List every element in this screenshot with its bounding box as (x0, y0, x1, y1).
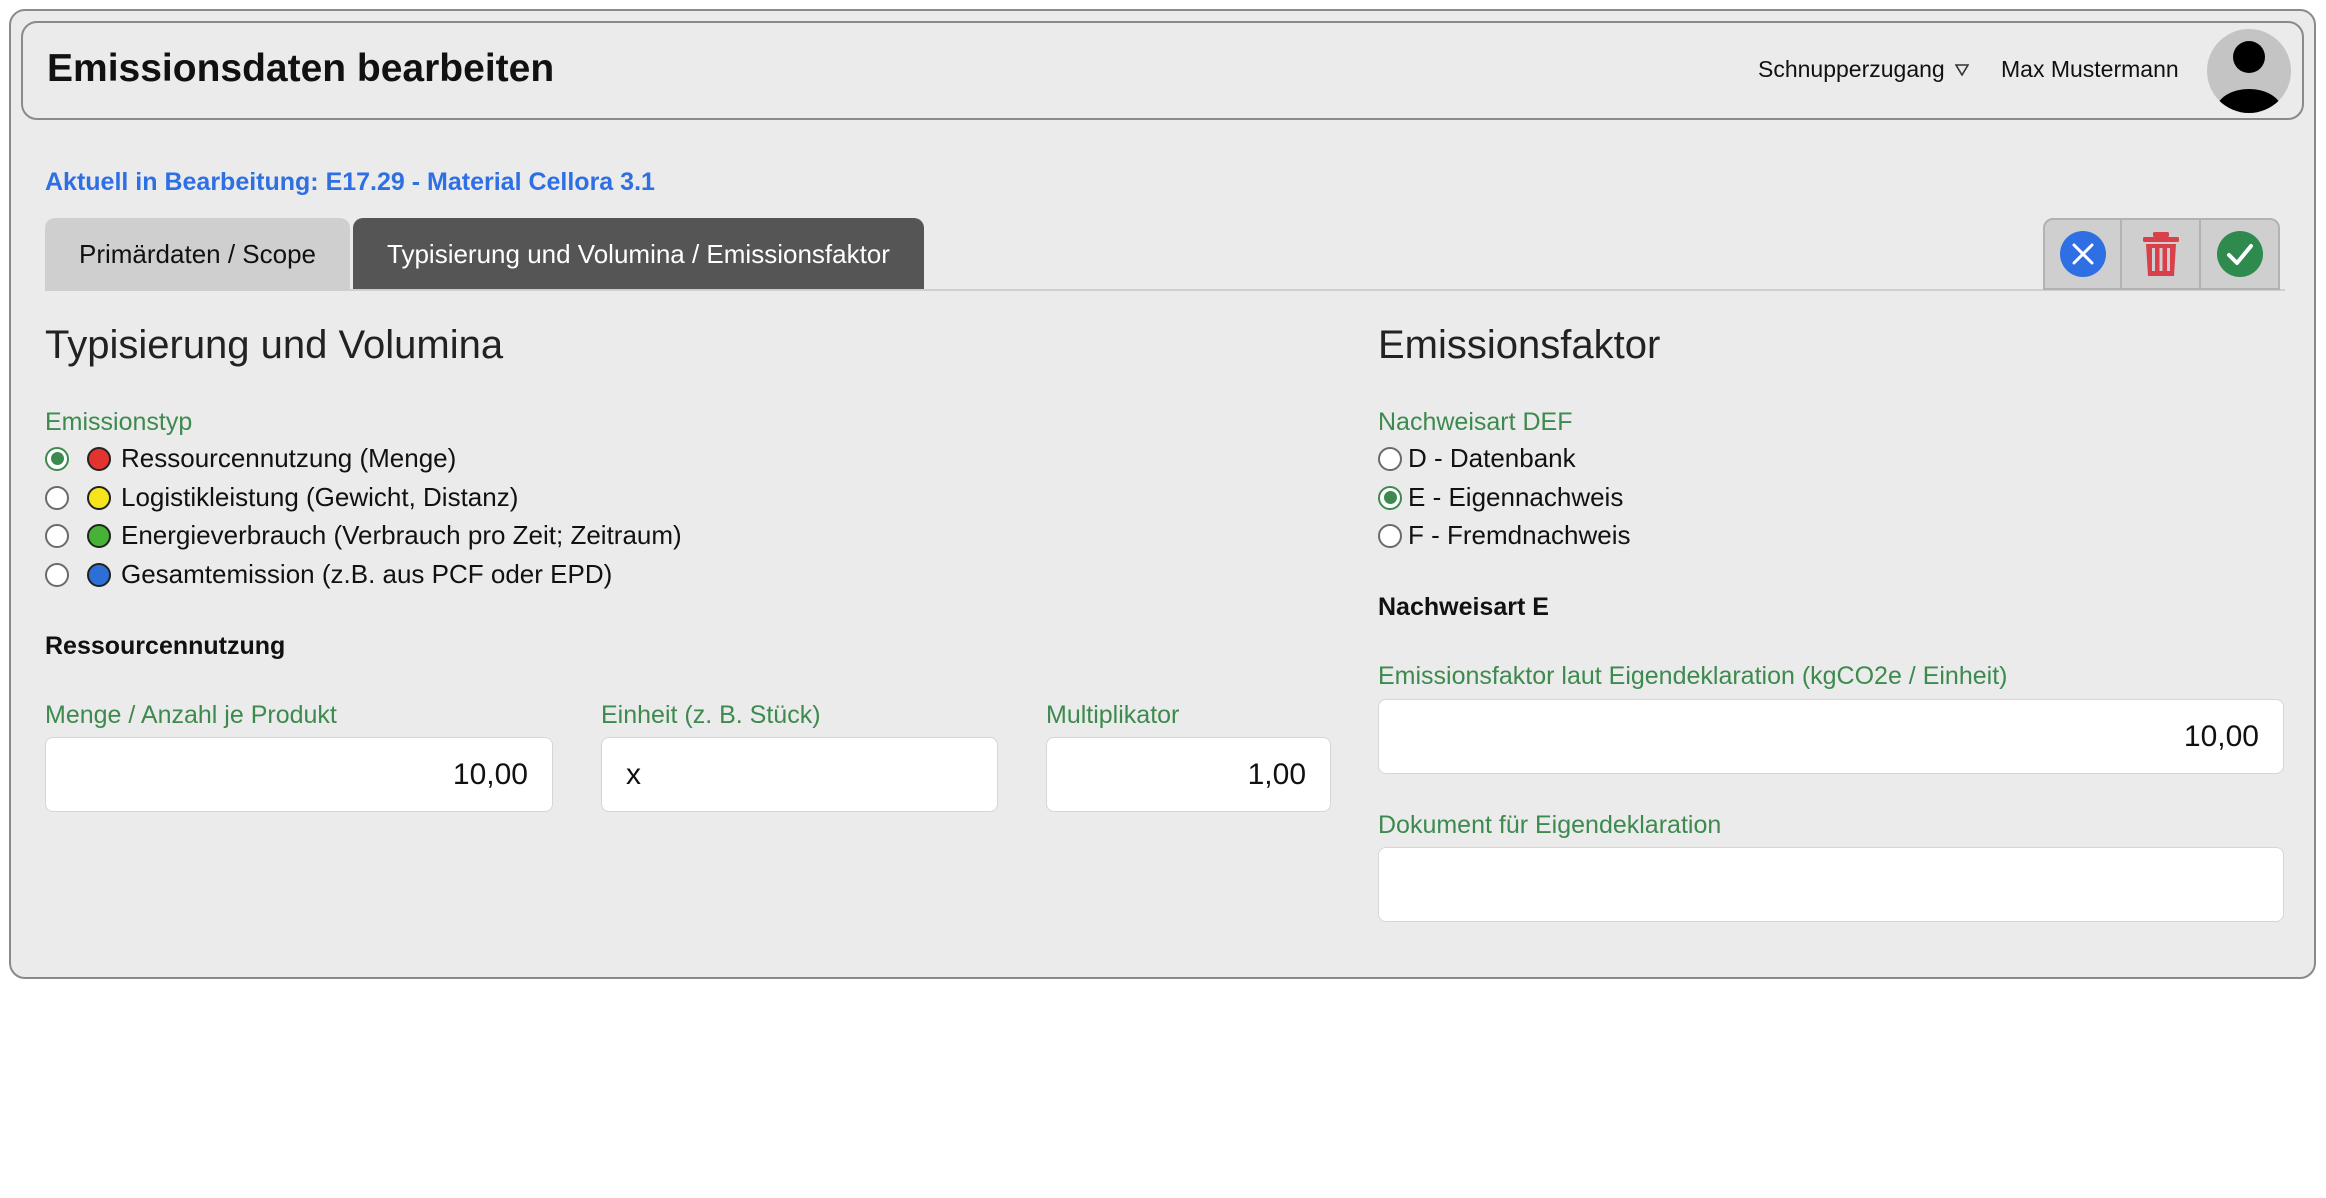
user-icon (2215, 41, 2283, 113)
emission-type-label: Emissionstyp (45, 408, 193, 436)
red-dot-icon (87, 446, 111, 471)
typing-section-title: Typisierung und Volumina (45, 323, 504, 367)
account-label: Schnupperzugang (1758, 56, 1945, 82)
option-label: F - Fremdnachweis (1408, 520, 1631, 550)
document-input[interactable] (1378, 847, 2284, 922)
radio-button[interactable] (45, 485, 69, 510)
delete-button[interactable] (2122, 218, 2201, 290)
radio-button[interactable] (45, 562, 69, 587)
yellow-dot-icon (87, 485, 111, 510)
close-icon (2059, 231, 2106, 277)
emission-type-total[interactable]: Gesamtemission (z.B. aus PCF oder EPD) (45, 559, 612, 590)
proof-option-self[interactable]: E - Eigennachweis (1378, 482, 1623, 513)
quantity-input[interactable] (45, 737, 553, 812)
tab-divider (45, 289, 2285, 291)
option-label: Logistikleistung (Gewicht, Distanz) (121, 482, 519, 512)
save-button[interactable] (2201, 218, 2280, 290)
action-buttons (2043, 218, 2280, 290)
tab-bar: Primärdaten / Scope Typisierung und Volu… (45, 218, 924, 290)
account-dropdown[interactable]: Schnupperzugang (1758, 56, 1969, 83)
document-label: Dokument für Eigendeklaration (1378, 811, 1722, 839)
option-label: Gesamtemission (z.B. aus PCF oder EPD) (121, 559, 613, 589)
emission-type-energy[interactable]: Energieverbrauch (Verbrauch pro Zeit; Ze… (45, 520, 682, 551)
proof-e-subsection-title: Nachweisart E (1378, 593, 1549, 621)
radio-button[interactable] (45, 446, 69, 471)
blue-dot-icon (87, 562, 111, 587)
check-icon (2216, 231, 2263, 277)
radio-button[interactable] (1378, 523, 1402, 548)
radio-button[interactable] (45, 523, 69, 548)
tab-typing-volumes[interactable]: Typisierung und Volumina / Emissionsfakt… (353, 218, 924, 290)
multiplier-label: Multiplikator (1046, 701, 1180, 729)
option-label: D - Datenbank (1408, 443, 1576, 473)
emission-factor-label: Emissionsfaktor laut Eigendeklaration (k… (1378, 662, 2008, 690)
emission-type-logistics[interactable]: Logistikleistung (Gewicht, Distanz) (45, 482, 518, 513)
multiplier-input[interactable] (1046, 737, 1331, 812)
emission-factor-input[interactable] (1378, 699, 2284, 774)
emission-type-resource[interactable]: Ressourcennutzung (Menge) (45, 443, 456, 474)
chevron-down-icon (1954, 63, 1969, 76)
option-label: Energieverbrauch (Verbrauch pro Zeit; Ze… (121, 520, 682, 550)
editing-record-label: Aktuell in Bearbeitung: E17.29 - Materia… (45, 168, 655, 196)
cancel-button[interactable] (2043, 218, 2122, 290)
trash-icon (2142, 232, 2179, 276)
unit-label: Einheit (z. B. Stück) (601, 701, 821, 729)
user-name[interactable]: Max Mustermann (2001, 56, 2179, 83)
proof-option-database[interactable]: D - Datenbank (1378, 443, 1576, 474)
radio-button[interactable] (1378, 446, 1402, 471)
radio-button[interactable] (1378, 485, 1402, 510)
quantity-label: Menge / Anzahl je Produkt (45, 701, 337, 729)
page-title: Emissionsdaten bearbeiten (47, 47, 555, 90)
resource-subsection-title: Ressourcennutzung (45, 632, 286, 660)
tab-primary-data[interactable]: Primärdaten / Scope (45, 218, 351, 290)
proof-option-external[interactable]: F - Fremdnachweis (1378, 520, 1631, 551)
option-label: Ressourcennutzung (Menge) (121, 443, 457, 473)
proof-type-label: Nachweisart DEF (1378, 408, 1573, 436)
green-dot-icon (87, 523, 111, 548)
avatar[interactable] (2207, 29, 2291, 113)
editor-window: Emissionsdaten bearbeiten Schnupperzugan… (9, 9, 2316, 979)
unit-input[interactable] (601, 737, 998, 812)
emission-factor-section-title: Emissionsfaktor (1378, 323, 1661, 367)
option-label: E - Eigennachweis (1408, 482, 1624, 512)
app-header: Emissionsdaten bearbeiten Schnupperzugan… (21, 21, 2304, 120)
